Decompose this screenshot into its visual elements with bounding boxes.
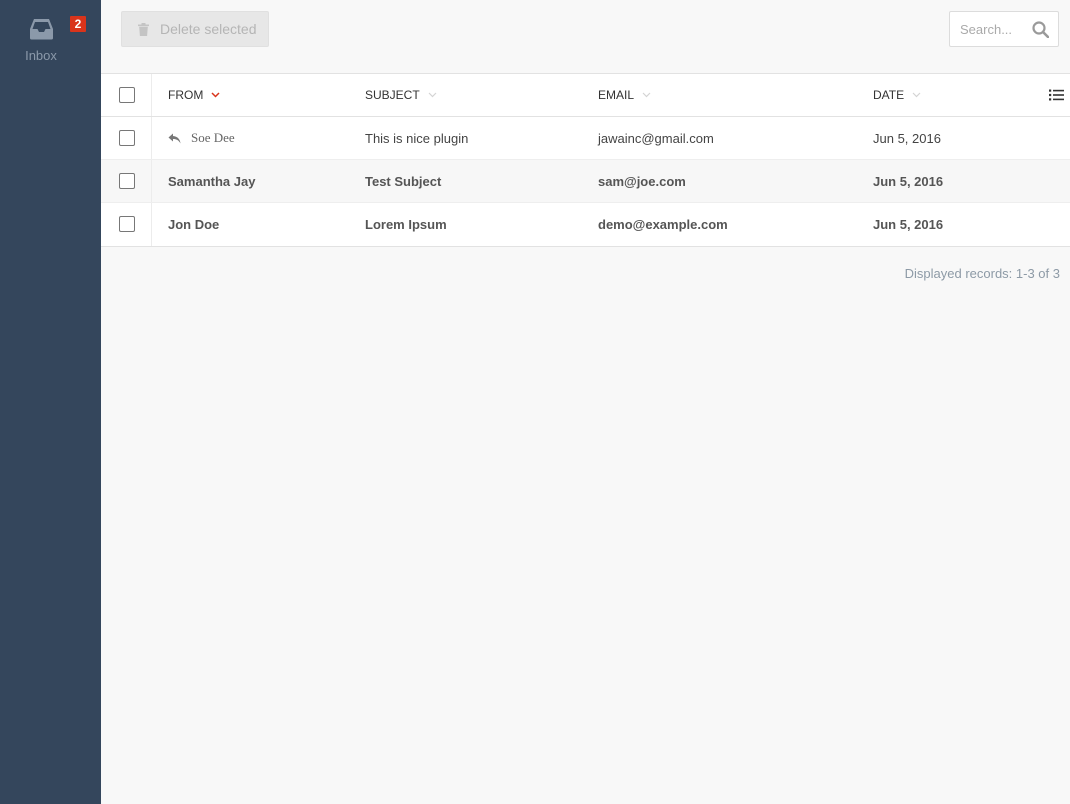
search-icon[interactable] [1032, 21, 1049, 38]
reply-icon [168, 133, 181, 143]
column-header-from[interactable]: FROM [168, 74, 220, 116]
sidebar-item-inbox[interactable]: 2 Inbox [0, 12, 86, 66]
trash-icon [138, 22, 149, 36]
row-from: Soe Dee [168, 117, 235, 159]
row-email: demo@example.com [598, 217, 728, 232]
row-subject: This is nice plugin [365, 130, 469, 146]
column-header-email[interactable]: EMAIL [598, 74, 651, 116]
row-checkbox[interactable] [119, 130, 135, 146]
table-row[interactable]: Samantha Jay Test Subject sam@joe.com Ju… [101, 160, 1070, 203]
table-row[interactable]: Soe Dee This is nice plugin jawainc@gmai… [101, 117, 1070, 160]
row-check-cell [101, 117, 152, 159]
row-email: sam@joe.com [598, 173, 686, 189]
delete-selected-label: Delete selected [160, 21, 257, 37]
toolbar: Delete selected [101, 0, 1070, 73]
row-email: jawainc@gmail.com [598, 130, 714, 146]
row-checkbox[interactable] [119, 173, 135, 189]
main-content: Delete selected FROM SUBJECT EMAIL [101, 0, 1070, 804]
column-header-label: SUBJECT [365, 88, 420, 102]
row-date: Jun 5, 2016 [873, 130, 941, 146]
row-subject: Lorem Ipsum [365, 217, 447, 232]
chevron-down-icon [211, 92, 220, 98]
row-checkbox[interactable] [119, 216, 135, 232]
search-box [949, 11, 1059, 47]
row-check-cell [101, 203, 152, 246]
row-from: Jon Doe [168, 217, 220, 232]
row-check-cell [101, 160, 152, 202]
chevron-down-icon [642, 92, 651, 98]
row-from: Samantha Jay [168, 173, 256, 189]
displayed-records-status: Displayed records: 1-3 of 3 [904, 266, 1060, 281]
row-date: Jun 5, 2016 [873, 217, 944, 232]
message-table: FROM SUBJECT EMAIL DATE Soe Dee This is … [101, 73, 1070, 247]
table-row[interactable]: Jon Doe Lorem Ipsum demo@example.com Jun… [101, 203, 1070, 246]
sidebar-item-label: Inbox [25, 48, 57, 63]
column-header-subject[interactable]: SUBJECT [365, 74, 437, 116]
search-input[interactable] [950, 12, 1030, 46]
column-list-icon[interactable] [1049, 89, 1064, 101]
column-header-label: DATE [873, 88, 905, 102]
header-check-cell [101, 74, 152, 116]
column-header-date[interactable]: DATE [873, 74, 921, 116]
row-subject: Test Subject [365, 173, 442, 189]
chevron-down-icon [428, 92, 437, 98]
column-header-label: EMAIL [598, 88, 635, 102]
row-date: Jun 5, 2016 [873, 173, 944, 189]
select-all-checkbox[interactable] [119, 87, 135, 103]
inbox-icon [30, 19, 53, 40]
sidebar: 2 Inbox [0, 0, 101, 804]
inbox-unread-badge: 2 [70, 16, 86, 32]
chevron-down-icon [912, 92, 921, 98]
table-header-row: FROM SUBJECT EMAIL DATE [101, 74, 1070, 117]
sender-name: Soe Dee [191, 130, 235, 145]
column-header-label: FROM [168, 88, 204, 102]
delete-selected-button[interactable]: Delete selected [121, 11, 269, 47]
